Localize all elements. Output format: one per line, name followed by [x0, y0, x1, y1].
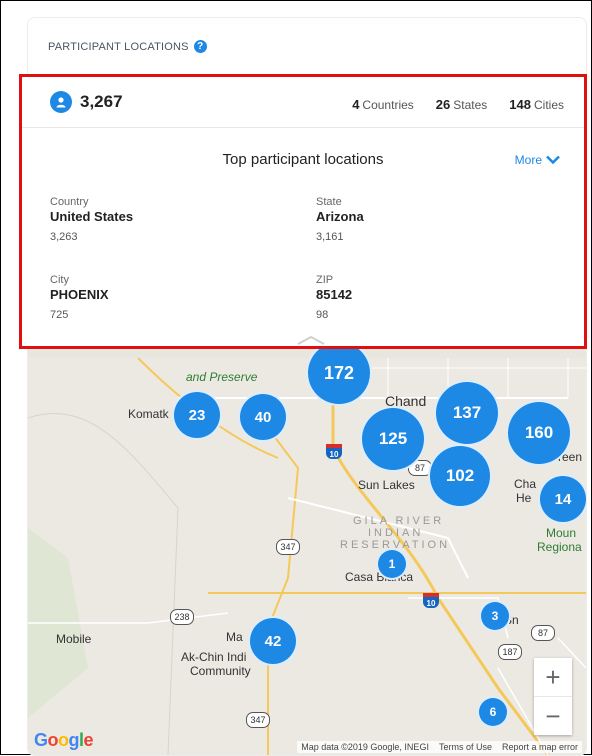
top-city: City PHOENIX 725	[50, 274, 109, 322]
top-country: Country United States 3,263	[50, 196, 133, 244]
card-header: PARTICIPANT LOCATIONS ?	[48, 40, 207, 53]
route-238-shield: 238	[170, 609, 194, 625]
label-chandler-heights: Cha	[514, 477, 537, 491]
map-cluster[interactable]: 42	[248, 616, 298, 666]
label-moun: Moun	[546, 526, 577, 540]
label-mobile: Mobile	[56, 632, 92, 646]
chevron-down-icon	[546, 155, 560, 165]
location-counts: 4 Countries 26 States 148 Cities	[352, 97, 564, 112]
route-87-shield: 87	[531, 625, 555, 641]
zip-label: ZIP	[316, 274, 334, 286]
more-button[interactable]: More	[515, 153, 560, 167]
state-value: Arizona	[316, 209, 364, 224]
label-sun-lakes: Sun Lakes	[358, 478, 415, 492]
route-187-shield: 187	[498, 644, 522, 660]
route-347-shield: 347	[276, 539, 300, 555]
label-maricopa: Ma	[226, 630, 243, 644]
map-cluster[interactable]: 172	[306, 340, 372, 406]
zip-count: 98	[316, 309, 329, 321]
map-data-text: Map data ©2019 Google, INEGI	[301, 742, 429, 752]
map-cluster[interactable]: 6	[477, 696, 509, 728]
city-value: PHOENIX	[50, 287, 109, 302]
label-regional: Regiona	[537, 540, 582, 554]
route-347-shield: 347	[246, 712, 270, 728]
countries-count: 4 Countries	[352, 97, 414, 112]
map-cluster[interactable]: 23	[172, 390, 222, 440]
top-state: State Arizona 3,161	[316, 196, 364, 244]
map-cluster[interactable]: 125	[360, 406, 426, 472]
country-count: 3,263	[50, 231, 78, 243]
zip-value: 85142	[316, 287, 353, 302]
top-zip: ZIP 85142 98	[316, 274, 352, 322]
zoom-in-button[interactable]: +	[534, 658, 572, 696]
label-on: n	[512, 613, 519, 627]
label-he: He	[516, 491, 532, 505]
summary-counts-row: 3,267 4 Countries 26 States 148 Cities	[22, 77, 584, 128]
map-attribution: Map data ©2019 Google, INEGI Terms of Us…	[297, 741, 582, 753]
map[interactable]: and Preserve Komatk Chand Sun Lakes GILA…	[28, 338, 586, 755]
zoom-controls: + −	[534, 658, 572, 735]
help-icon[interactable]: ?	[193, 40, 207, 53]
label-komatke: Komatk	[128, 407, 169, 421]
map-cluster[interactable]: 137	[434, 380, 500, 446]
label-preserve: and Preserve	[186, 370, 258, 384]
map-cluster[interactable]: 40	[238, 392, 288, 442]
state-label: State	[316, 196, 342, 208]
collapse-chevron-icon[interactable]	[294, 333, 328, 347]
map-cluster[interactable]: 1	[376, 548, 408, 580]
frame: PARTICIPANT LOCATIONS ? and Preserve Kom…	[0, 0, 592, 756]
map-cluster[interactable]: 160	[506, 400, 572, 466]
cities-count: 148 Cities	[509, 97, 564, 112]
map-cluster[interactable]: 102	[428, 444, 492, 508]
city-count: 725	[50, 309, 69, 321]
country-value: United States	[50, 209, 134, 224]
top-locations-title: Top participant locations	[222, 151, 384, 168]
zoom-out-button[interactable]: −	[534, 696, 572, 735]
states-count: 26 States	[435, 97, 488, 112]
map-cluster[interactable]: 14	[538, 474, 586, 524]
interstate-10-shield: 10	[423, 593, 439, 608]
person-icon	[50, 91, 72, 113]
more-label: More	[514, 153, 542, 167]
card-title: PARTICIPANT LOCATIONS	[48, 40, 189, 53]
terms-link[interactable]: Terms of Use	[439, 742, 492, 752]
report-error-link[interactable]: Report a map error	[502, 742, 578, 752]
map-cluster[interactable]: 3	[479, 600, 511, 632]
google-logo[interactable]: Google	[34, 730, 94, 751]
state-count: 3,161	[316, 231, 344, 243]
city-label: City	[50, 274, 69, 286]
country-label: Country	[50, 196, 89, 208]
total-count: 3,267	[80, 92, 123, 111]
location-summary-panel: 3,267 4 Countries 26 States 148 Cities Top …	[19, 74, 587, 349]
label-community: Community	[190, 664, 251, 678]
interstate-10-shield: 10	[326, 444, 342, 459]
map-roads	[28, 338, 586, 755]
label-ak-chin: Ak-Chin Indi	[181, 650, 247, 664]
total-participants: 3,267	[50, 91, 123, 113]
